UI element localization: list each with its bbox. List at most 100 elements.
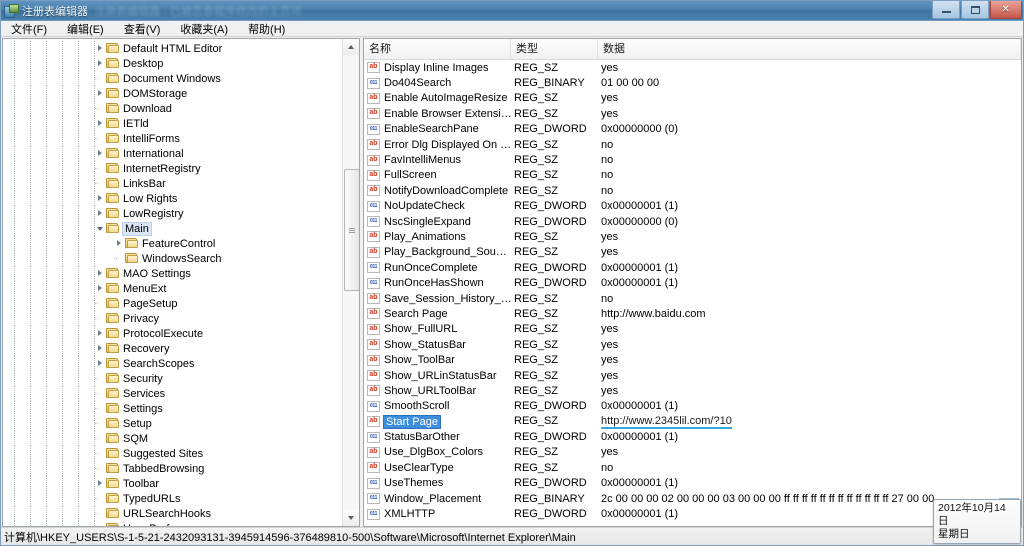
expand-arrow-icon[interactable] — [95, 191, 106, 206]
menu-bar: 文件(F) 编辑(E) 查看(V) 收藏夹(A) 帮助(H) — [1, 21, 1023, 37]
tree-node[interactable]: Download — [3, 101, 342, 116]
tree-node[interactable]: Privacy — [3, 311, 342, 326]
close-button[interactable]: ✕ — [990, 1, 1022, 19]
tree-node[interactable]: Default HTML Editor — [3, 41, 342, 56]
table-row[interactable]: Show_URLToolBar REG_SZ yes — [364, 383, 1021, 398]
table-row[interactable]: RunOnceComplete REG_DWORD 0x00000001 (1) — [364, 260, 1021, 275]
table-row[interactable]: Show_FullURL REG_SZ yes — [364, 322, 1021, 337]
expand-arrow-icon[interactable] — [95, 86, 106, 101]
expand-arrow-icon[interactable] — [95, 356, 106, 371]
tree-node[interactable]: LinksBar — [3, 176, 342, 191]
tree-node[interactable]: User Preferences — [3, 521, 342, 526]
column-header-data[interactable]: 数据 — [598, 39, 1021, 59]
menu-file[interactable]: 文件(F) — [9, 21, 49, 37]
table-row[interactable]: Play_Animations REG_SZ yes — [364, 229, 1021, 244]
tree-node[interactable]: Setup — [3, 416, 342, 431]
table-row[interactable]: UseClearType REG_SZ no — [364, 460, 1021, 475]
table-row[interactable]: SmoothScroll REG_DWORD 0x00000001 (1) — [364, 399, 1021, 414]
expand-arrow-icon[interactable] — [95, 56, 106, 71]
menu-view[interactable]: 查看(V) — [122, 21, 163, 37]
tree-node[interactable]: ProtocolExecute — [3, 326, 342, 341]
tree-scrollbar-thumb[interactable] — [344, 169, 359, 291]
title-bar[interactable]: 注册表编辑器 注册表编辑器 - 已被恶意程序修改的主页项 ✕ — [1, 1, 1023, 21]
tree-node[interactable]: SQM — [3, 431, 342, 446]
menu-favorites[interactable]: 收藏夹(A) — [178, 21, 230, 37]
table-row[interactable]: Play_Background_SoundsREG_SZ yes — [364, 245, 1021, 260]
maximize-button[interactable] — [961, 1, 989, 19]
table-row[interactable]: Display Inline Images REG_SZ yes — [364, 60, 1021, 75]
tree-node[interactable]: MAO Settings — [3, 266, 342, 281]
table-row[interactable]: NotifyDownloadComplete REG_SZ no — [364, 183, 1021, 198]
expand-arrow-icon[interactable] — [95, 41, 106, 56]
tree-node[interactable]: Toolbar — [3, 476, 342, 491]
table-row[interactable]: Enable AutoImageResize REG_SZ yes — [364, 91, 1021, 106]
tree-node[interactable]: IntelliForms — [3, 131, 342, 146]
binary-value-icon — [367, 262, 380, 274]
expand-arrow-icon[interactable] — [95, 476, 106, 491]
tree-vertical-scrollbar[interactable] — [342, 39, 359, 526]
table-row[interactable]: NscSingleExpand REG_DWORD 0x00000000 (0) — [364, 214, 1021, 229]
table-row[interactable]: Do404Search REG_BINARY 01 00 00 00 — [364, 75, 1021, 90]
tree-node[interactable]: Desktop — [3, 56, 342, 71]
tree-node[interactable]: LowRegistry — [3, 206, 342, 221]
tree-scroll-up-button[interactable] — [343, 39, 359, 55]
minimize-button[interactable] — [932, 1, 960, 19]
menu-help[interactable]: 帮助(H) — [246, 21, 287, 37]
table-row[interactable]: RunOnceHasShown REG_DWORD 0x00000001 (1) — [364, 275, 1021, 290]
table-row[interactable]: Show_URLinStatusBar REG_SZ yes — [364, 368, 1021, 383]
tree-node[interactable]: URLSearchHooks — [3, 506, 342, 521]
table-row[interactable]: EnableSearchPane REG_DWORD 0x00000000 (0) — [364, 122, 1021, 137]
expand-arrow-icon[interactable] — [95, 146, 106, 161]
table-row[interactable]: XMLHTTP REG_DWORD 0x00000001 (1) — [364, 506, 1021, 521]
tree-node[interactable]: TypedURLs — [3, 491, 342, 506]
table-row[interactable]: UseThemes REG_DWORD 0x00000001 (1) — [364, 476, 1021, 491]
expand-arrow-icon[interactable] — [95, 281, 106, 296]
table-row[interactable]: NoUpdateCheck REG_DWORD 0x00000001 (1) — [364, 199, 1021, 214]
expand-arrow-icon[interactable] — [114, 236, 125, 251]
tree-node[interactable]: TabbedBrowsing — [3, 461, 342, 476]
table-row[interactable]: Show_ToolBar REG_SZ yes — [364, 352, 1021, 367]
tree-node[interactable]: Main — [3, 221, 342, 236]
tree-node[interactable]: MenuExt — [3, 281, 342, 296]
table-row[interactable]: Error Dlg Displayed On Eve...REG_SZ no — [364, 137, 1021, 152]
tree-node[interactable]: DOMStorage — [3, 86, 342, 101]
tree-node[interactable]: Recovery — [3, 341, 342, 356]
menu-edit[interactable]: 编辑(E) — [65, 21, 106, 37]
value-name: Enable Browser Extensions — [384, 107, 513, 120]
table-row[interactable]: Enable Browser ExtensionsREG_SZ yes — [364, 106, 1021, 121]
table-row[interactable]: Show_StatusBar REG_SZ yes — [364, 337, 1021, 352]
column-header-name[interactable]: 名称 — [364, 39, 511, 59]
tree-node[interactable]: Services — [3, 386, 342, 401]
expand-arrow-icon[interactable] — [95, 206, 106, 221]
tree-node[interactable]: Security — [3, 371, 342, 386]
tree-node[interactable]: WindowsSearch — [3, 251, 342, 266]
tree-node[interactable]: SearchScopes — [3, 356, 342, 371]
column-header-type[interactable]: 类型 — [511, 39, 598, 59]
tree-node[interactable]: InternetRegistry — [3, 161, 342, 176]
table-row[interactable]: StatusBarOther REG_DWORD 0x00000001 (1) — [364, 429, 1021, 444]
expand-arrow-icon[interactable] — [95, 116, 106, 131]
expand-arrow-icon[interactable] — [95, 341, 106, 356]
expand-arrow-icon[interactable] — [95, 266, 106, 281]
registry-values-list[interactable]: Display Inline ImagesREG_SZyesDo404Searc… — [364, 60, 1021, 526]
table-row[interactable]: FavIntelliMenus REG_SZ no — [364, 152, 1021, 167]
tree-node[interactable]: IETld — [3, 116, 342, 131]
tree-scroll-down-button[interactable] — [343, 510, 359, 526]
expand-arrow-icon[interactable] — [95, 326, 106, 341]
tree-node[interactable]: FeatureControl — [3, 236, 342, 251]
registry-key-tree[interactable]: Default HTML Editor Desktop Document Windo… — [3, 39, 342, 526]
table-row[interactable]: Use_DlgBox_Colors REG_SZ yes — [364, 445, 1021, 460]
tree-node[interactable]: Settings — [3, 401, 342, 416]
tree-node[interactable]: Low Rights — [3, 191, 342, 206]
table-row[interactable]: Window_Placement REG_BINARY 2c 00 00 00 02… — [364, 491, 1021, 506]
table-row[interactable]: Save_Session_History_On_ExitREG_SZ no — [364, 291, 1021, 306]
tree-node[interactable]: International — [3, 146, 342, 161]
table-row[interactable]: FullScreen REG_SZ no — [364, 168, 1021, 183]
tree-node[interactable]: PageSetup — [3, 296, 342, 311]
collapse-arrow-icon[interactable] — [95, 221, 106, 236]
table-row[interactable]: Search Page REG_SZ http://www.baidu.com — [364, 306, 1021, 321]
tree-node[interactable]: Document Windows — [3, 71, 342, 86]
table-row[interactable]: Start Page REG_SZ http://www.2345lil.com/?… — [364, 414, 1021, 429]
tree-node[interactable]: Suggested Sites — [3, 446, 342, 461]
